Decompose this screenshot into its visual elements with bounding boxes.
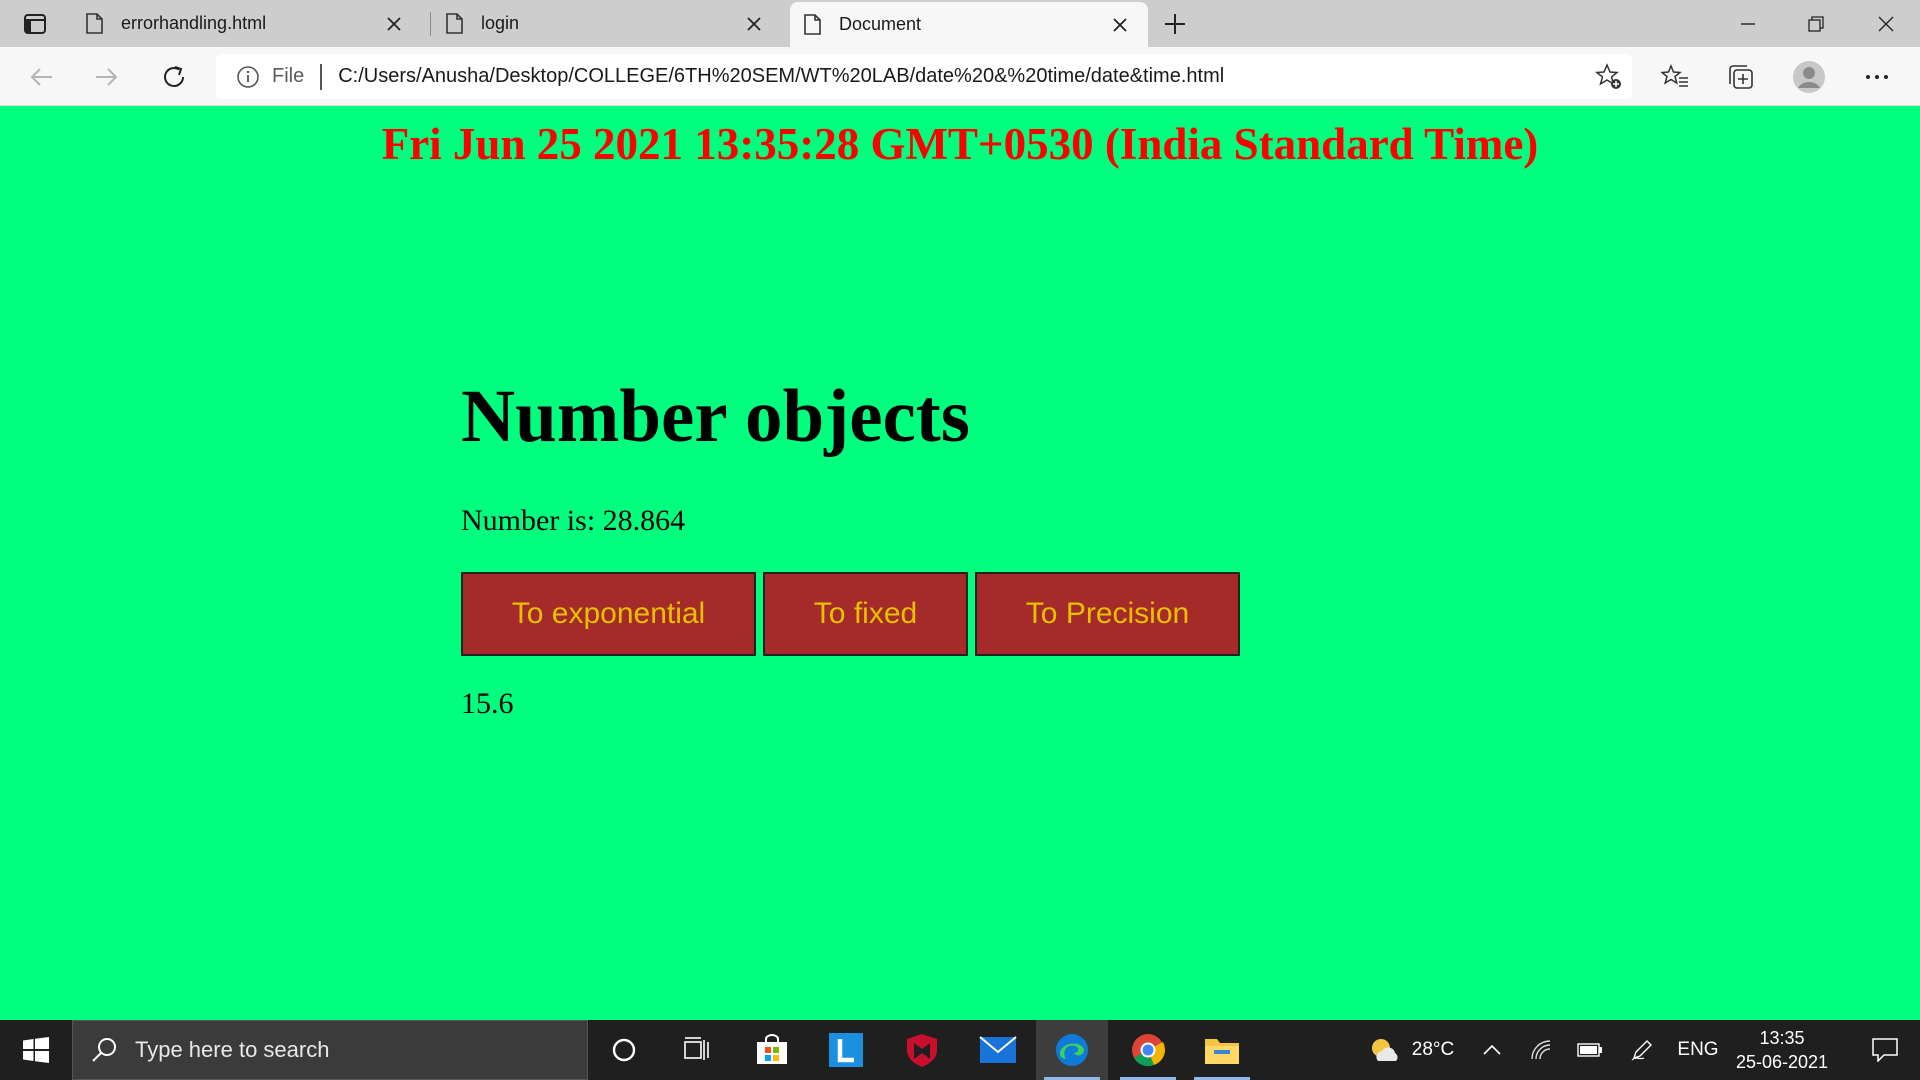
chrome-icon[interactable] bbox=[1112, 1020, 1184, 1080]
close-tab-icon[interactable] bbox=[1106, 11, 1134, 39]
result-output: 15.6 bbox=[461, 687, 514, 720]
minimize-icon[interactable] bbox=[1714, 0, 1782, 47]
search-icon bbox=[92, 1038, 116, 1062]
task-view-icon[interactable] bbox=[660, 1020, 732, 1080]
show-hidden-icons-chevron-icon[interactable] bbox=[1472, 1020, 1512, 1080]
temperature-text: 28°C bbox=[1411, 1039, 1455, 1060]
browser-toolbar: File C:/Users/Anusha/Desktop/COLLEGE/6TH… bbox=[0, 47, 1920, 106]
button-row: To exponential To fixed To Precision bbox=[461, 572, 1247, 656]
notifications-icon[interactable] bbox=[1850, 1020, 1920, 1080]
close-tab-icon[interactable] bbox=[740, 10, 768, 38]
battery-icon[interactable] bbox=[1570, 1020, 1610, 1080]
taskbar: Type here to search 28°C ENG 13:35 25-06… bbox=[0, 1020, 1920, 1080]
tab-divider bbox=[430, 12, 431, 36]
tab-actions-icon[interactable] bbox=[16, 10, 54, 38]
more-options-icon[interactable] bbox=[1858, 58, 1896, 96]
search-placeholder: Type here to search bbox=[135, 1037, 330, 1062]
store-icon[interactable] bbox=[736, 1020, 808, 1080]
back-arrow-icon[interactable] bbox=[22, 58, 60, 96]
favorites-icon[interactable] bbox=[1656, 58, 1694, 96]
taskbar-search-box[interactable]: Type here to search bbox=[72, 1020, 588, 1080]
file-explorer-icon[interactable] bbox=[1186, 1020, 1258, 1080]
tab-title: Document bbox=[839, 14, 922, 34]
mcafee-icon[interactable] bbox=[886, 1020, 958, 1080]
clock-date: 25-06-2021 bbox=[1735, 1052, 1829, 1072]
url-text[interactable]: C:/Users/Anusha/Desktop/COLLEGE/6TH%20SE… bbox=[338, 65, 1224, 88]
add-favorite-icon[interactable] bbox=[1594, 62, 1624, 92]
taskbar-clock[interactable]: 13:35 25-06-2021 bbox=[1732, 1026, 1832, 1074]
profile-avatar-icon[interactable] bbox=[1790, 58, 1828, 96]
info-icon[interactable] bbox=[236, 65, 260, 89]
cortana-icon[interactable] bbox=[588, 1020, 660, 1080]
to-fixed-button[interactable]: To fixed bbox=[763, 572, 968, 656]
tab-title: errorhandling.html bbox=[121, 13, 267, 33]
close-tab-icon[interactable] bbox=[380, 10, 408, 38]
tab-login[interactable]: login bbox=[432, 0, 782, 47]
document-icon bbox=[804, 14, 821, 35]
tab-document[interactable]: Document bbox=[790, 2, 1148, 47]
page-content: Fri Jun 25 2021 13:35:28 GMT+0530 (India… bbox=[0, 106, 1920, 1020]
network-icon[interactable] bbox=[1522, 1020, 1562, 1080]
forward-arrow-icon[interactable] bbox=[88, 58, 126, 96]
close-window-icon[interactable] bbox=[1852, 0, 1920, 47]
weather-widget[interactable]: 28°C bbox=[1356, 1020, 1466, 1080]
pen-icon[interactable] bbox=[1622, 1020, 1662, 1080]
number-text: Number is: 28.864 bbox=[461, 504, 686, 537]
clock-time: 13:35 bbox=[1759, 1028, 1805, 1048]
mail-icon[interactable] bbox=[962, 1020, 1034, 1080]
scheme-label: File bbox=[272, 65, 305, 87]
restore-icon[interactable] bbox=[1782, 0, 1850, 47]
document-icon bbox=[446, 13, 463, 34]
address-bar[interactable]: File C:/Users/Anusha/Desktop/COLLEGE/6TH… bbox=[216, 54, 1632, 99]
refresh-icon[interactable] bbox=[155, 58, 193, 96]
windows-start-icon[interactable] bbox=[0, 1020, 72, 1080]
language-indicator[interactable]: ENG bbox=[1670, 1020, 1726, 1080]
tab-errorhandling[interactable]: errorhandling.html bbox=[72, 0, 422, 47]
date-time-text: Fri Jun 25 2021 13:35:28 GMT+0530 (India… bbox=[381, 119, 1539, 169]
l-app-icon[interactable] bbox=[810, 1020, 882, 1080]
edge-icon[interactable] bbox=[1036, 1020, 1108, 1080]
document-icon bbox=[86, 13, 103, 34]
address-divider bbox=[320, 63, 323, 90]
new-tab-plus-icon[interactable] bbox=[1160, 9, 1190, 39]
to-exponential-button[interactable]: To exponential bbox=[461, 572, 756, 656]
tab-strip: errorhandling.html login Document bbox=[0, 0, 1920, 47]
page-heading: Number objects bbox=[461, 375, 970, 458]
to-precision-button[interactable]: To Precision bbox=[975, 572, 1240, 656]
collections-icon[interactable] bbox=[1722, 58, 1760, 96]
tab-title: login bbox=[481, 13, 520, 33]
partly-cloudy-icon bbox=[1371, 1039, 1398, 1061]
